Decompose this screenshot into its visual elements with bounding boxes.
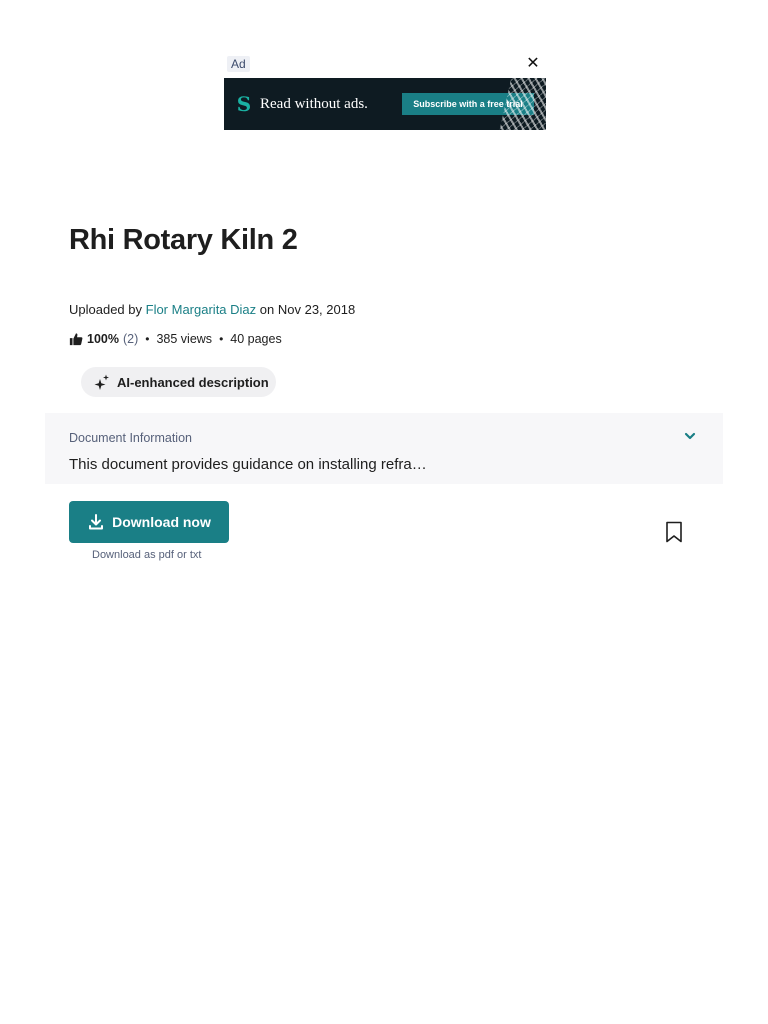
upload-info: Uploaded by Flor Margarita Diaz on Nov 2… <box>69 302 355 317</box>
ad-logo: S <box>236 92 252 116</box>
download-format-note: Download as pdf or txt <box>92 549 202 561</box>
bookmark-icon[interactable] <box>664 521 684 543</box>
ad-close-icon[interactable]: ✕ <box>524 55 542 73</box>
uploaded-by-label: Uploaded by <box>69 302 142 317</box>
download-button[interactable]: Download now <box>69 501 229 543</box>
ad-headline: Read without ads. <box>260 95 368 112</box>
sparkle-icon <box>93 373 111 391</box>
view-count: 385 views <box>156 332 213 346</box>
ad-banner[interactable]: S Read without ads. Subscribe with a fre… <box>224 78 546 130</box>
ai-description-label: AI-enhanced description <box>117 374 269 390</box>
ai-description-button[interactable]: AI-enhanced description <box>81 367 276 397</box>
document-info-panel[interactable]: Document Information This document provi… <box>45 413 723 484</box>
page-title: Rhi Rotary Kiln 2 <box>69 224 298 256</box>
chevron-down-icon[interactable] <box>683 429 697 443</box>
document-info-label: Document Information <box>69 431 192 445</box>
separator-dot: • <box>219 332 224 346</box>
thumbs-up-icon[interactable] <box>69 332 83 346</box>
page-count: 40 pages <box>230 332 282 346</box>
download-icon <box>87 513 105 531</box>
document-page: Ad ✕ S Read without ads. Subscribe with … <box>0 0 768 1024</box>
separator-dot: • <box>145 332 150 346</box>
document-description: This document provides guidance on insta… <box>69 456 427 473</box>
upload-date: on Nov 23, 2018 <box>259 302 356 317</box>
rating-count: (2) <box>122 332 139 346</box>
author-link[interactable]: Flor Margarita Diaz <box>146 302 257 317</box>
document-stats: 100% (2) • 385 views • 40 pages <box>69 332 282 346</box>
download-button-label: Download now <box>112 514 211 530</box>
ad-tag: Ad <box>227 56 250 72</box>
rating-percent: 100% <box>87 332 119 346</box>
